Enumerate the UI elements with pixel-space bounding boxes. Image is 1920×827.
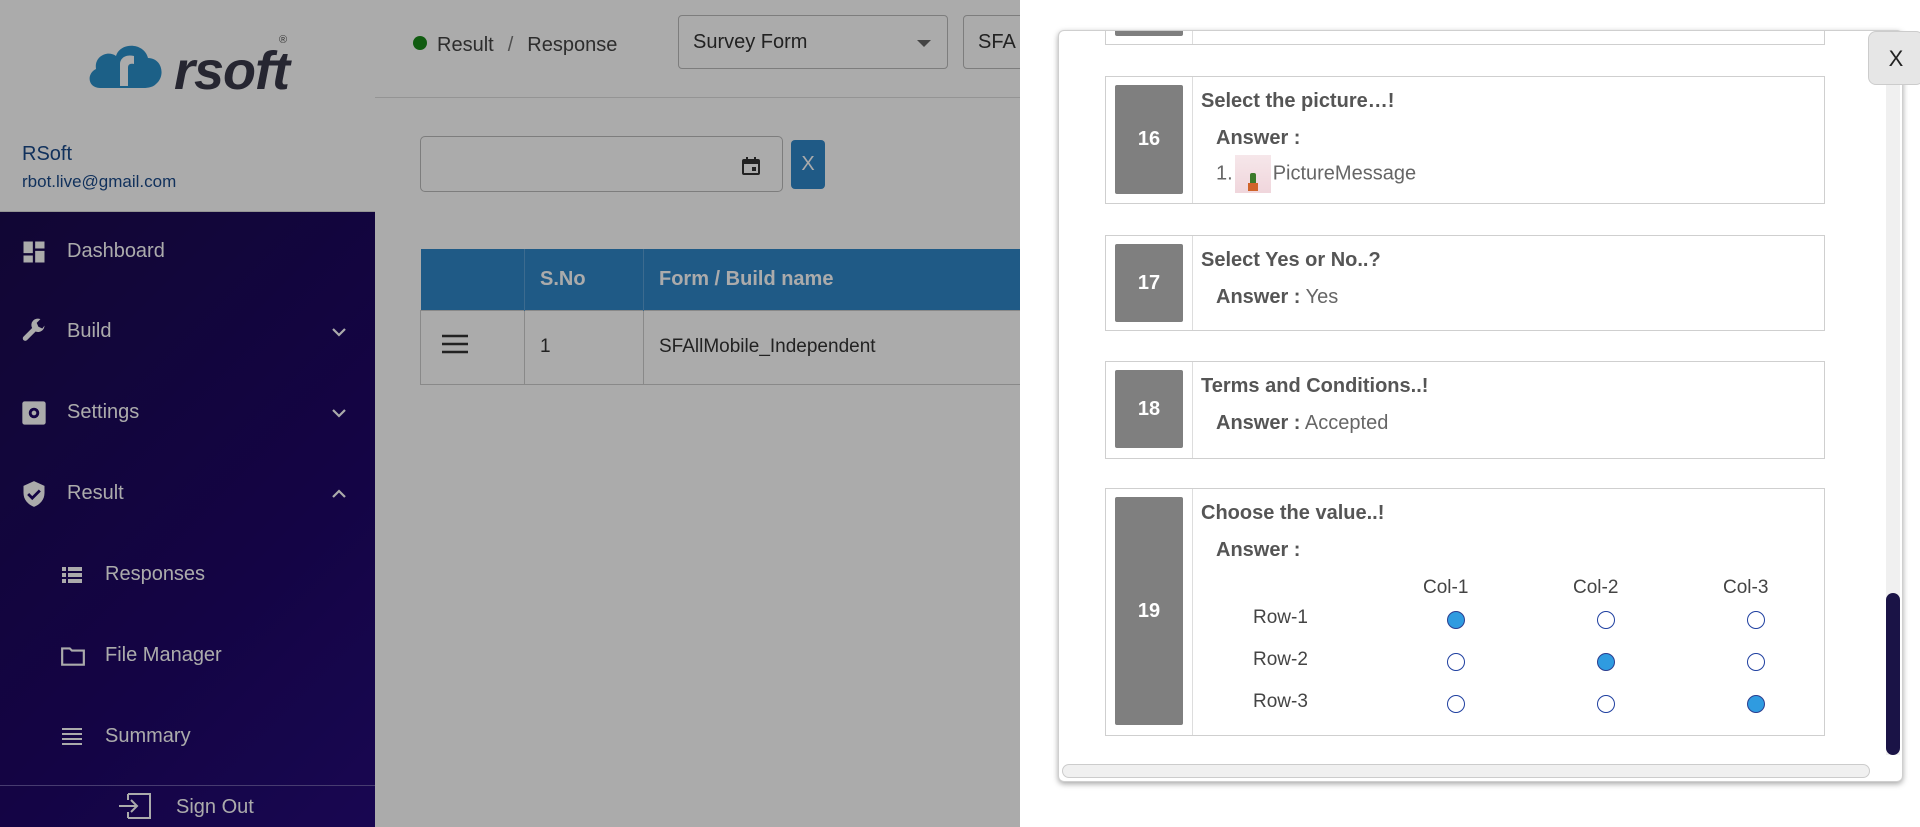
grid-radio-r1c3[interactable] xyxy=(1747,611,1765,629)
answer-text: PictureMessage xyxy=(1272,162,1417,185)
vertical-scrollbar[interactable] xyxy=(1886,83,1900,755)
grid-radio-r3c2[interactable] xyxy=(1597,695,1615,713)
grid-column-header: Col-3 xyxy=(1723,577,1769,598)
question-card-15 xyxy=(1105,31,1825,45)
question-card: 18 Terms and Conditions..! Answer : Acce… xyxy=(1105,361,1825,459)
response-detail-modal: 16 Select the picture…! Answer : 1. Pict… xyxy=(1020,0,1920,827)
answer-text: Yes xyxy=(1305,286,1339,308)
grid-row-label: Row-1 xyxy=(1253,607,1308,628)
grid-row-label: Row-2 xyxy=(1253,649,1308,670)
question-card: 19 Choose the value..! Answer : Col-1 Co… xyxy=(1105,488,1825,736)
response-scroll-area[interactable]: 16 Select the picture…! Answer : 1. Pict… xyxy=(1058,30,1903,782)
grid-radio-r2c2[interactable] xyxy=(1597,653,1615,671)
answer-label: Answer : xyxy=(1216,286,1301,308)
question-card: 16 Select the picture…! Answer : 1. Pict… xyxy=(1105,76,1825,204)
answer-text: Accepted xyxy=(1304,412,1389,434)
question-number: 19 xyxy=(1115,497,1183,725)
answer-label: Answer : xyxy=(1216,539,1301,561)
grid-column-header: Col-1 xyxy=(1423,577,1469,598)
question-text: Choose the value..! xyxy=(1201,502,1385,524)
question-card: 17 Select Yes or No..? Answer : Yes xyxy=(1105,235,1825,331)
answer-row: Answer : Accepted xyxy=(1216,412,1388,435)
question-number: 18 xyxy=(1115,370,1183,448)
grid-column-header: Col-2 xyxy=(1573,577,1619,598)
horizontal-scrollbar[interactable] xyxy=(1062,764,1870,778)
grid-radio-r3c3[interactable] xyxy=(1747,695,1765,713)
answer-label: Answer : xyxy=(1216,412,1301,434)
card-divider xyxy=(1192,236,1193,330)
question-text: Select Yes or No..? xyxy=(1201,249,1381,271)
grid-radio-r2c1[interactable] xyxy=(1447,653,1465,671)
answer-row: Answer : Yes xyxy=(1216,286,1338,309)
grid-row-label: Row-3 xyxy=(1253,691,1308,712)
answer-index: 1. xyxy=(1216,162,1233,185)
answer-value: 1. PictureMessage xyxy=(1216,155,1416,193)
question-text: Terms and Conditions..! xyxy=(1201,375,1429,397)
cactus-image-icon xyxy=(1247,173,1258,191)
close-modal-button[interactable]: X xyxy=(1868,31,1920,85)
scrollbar-thumb[interactable] xyxy=(1886,593,1900,755)
picture-thumbnail[interactable] xyxy=(1234,155,1271,193)
answer-label: Answer : xyxy=(1216,127,1301,149)
question-text: Select the picture…! xyxy=(1201,90,1395,112)
grid-radio-r2c3[interactable] xyxy=(1747,653,1765,671)
question-number: 16 xyxy=(1115,85,1183,194)
card-divider xyxy=(1192,362,1193,458)
card-divider xyxy=(1192,31,1193,44)
card-divider xyxy=(1192,489,1193,735)
question-number: 17 xyxy=(1115,244,1183,322)
card-divider xyxy=(1192,77,1193,203)
grid-radio-r1c1[interactable] xyxy=(1447,611,1465,629)
grid-radio-r1c2[interactable] xyxy=(1597,611,1615,629)
grid-radio-r3c1[interactable] xyxy=(1447,695,1465,713)
question-number xyxy=(1115,31,1183,36)
